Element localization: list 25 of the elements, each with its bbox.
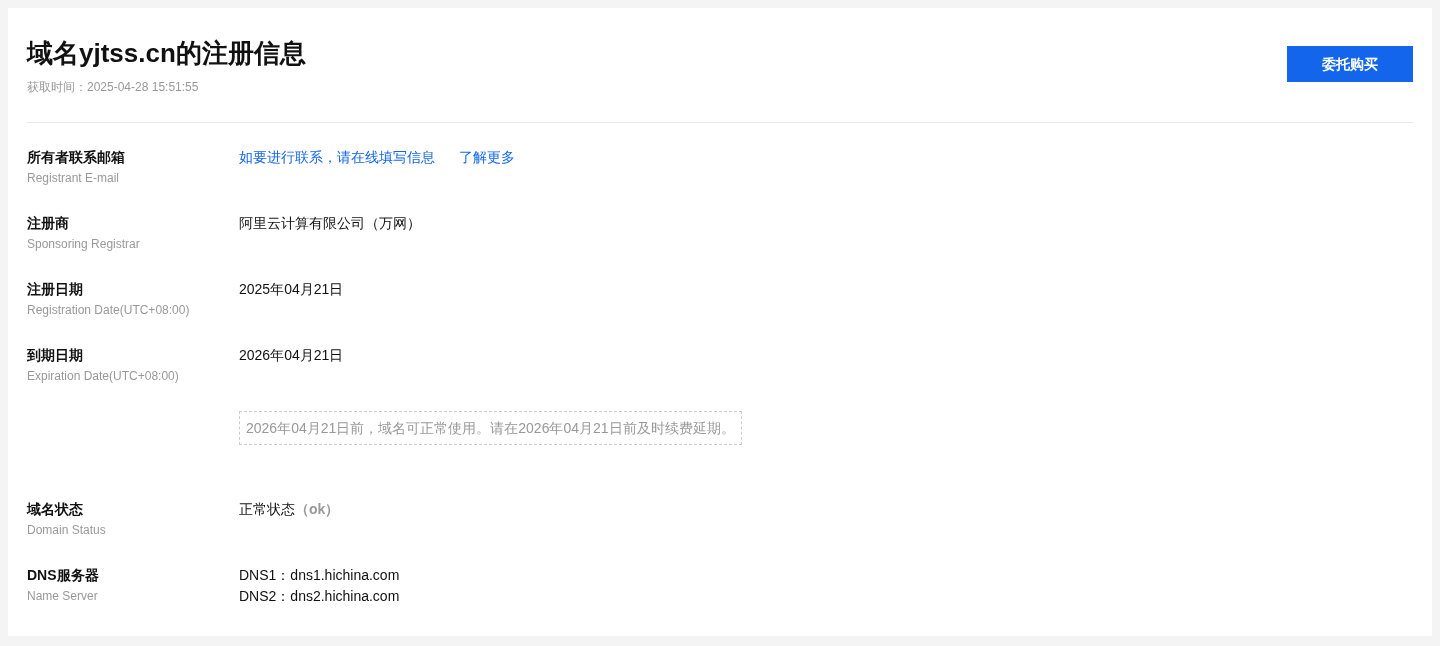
field-sublabel: Domain Status [27,522,107,538]
page-title: 域名yjtss.cn的注册信息 [27,37,306,70]
field-sublabel: Name Server [27,588,99,604]
field-value: 阿里云计算有限公司（万网） [239,214,421,233]
field-sublabel: Registration Date(UTC+08:00) [27,302,191,318]
name-server: DNS2：dns2.hichina.com [239,587,400,606]
field-value: 2025年04月21日 [239,280,344,299]
field-label: DNS服务器 [27,566,100,585]
field-value: 2026年04月21日 [239,346,344,365]
name-server: DNS1：dns1.hichina.com [239,566,400,585]
link[interactable]: 如要进行联系，请在线填写信息 [239,147,435,167]
link[interactable]: 了解更多 [459,147,515,167]
field-label: 域名状态 [27,500,84,519]
field-label: 到期日期 [27,346,84,365]
field-label: 所有者联系邮箱 [27,148,126,167]
field-label: 注册商 [27,214,70,233]
field-sublabel: Registrant E-mail [27,170,121,186]
fetch-time: 获取时间：2025-04-28 15:51:55 [27,79,200,96]
notice-box: 2026年04月21日前，域名可正常使用。请在2026年04月21日前及时续费延期。 [239,411,742,445]
status-value: 正常状态 [239,500,295,519]
field-sublabel: Sponsoring Registrar [27,236,141,252]
field-label: 注册日期 [27,280,84,299]
field-sublabel: Expiration Date(UTC+08:00) [27,368,180,384]
status-code: （ok） [295,500,340,519]
entrust-purchase-button[interactable]: 委托购买 [1287,46,1413,82]
